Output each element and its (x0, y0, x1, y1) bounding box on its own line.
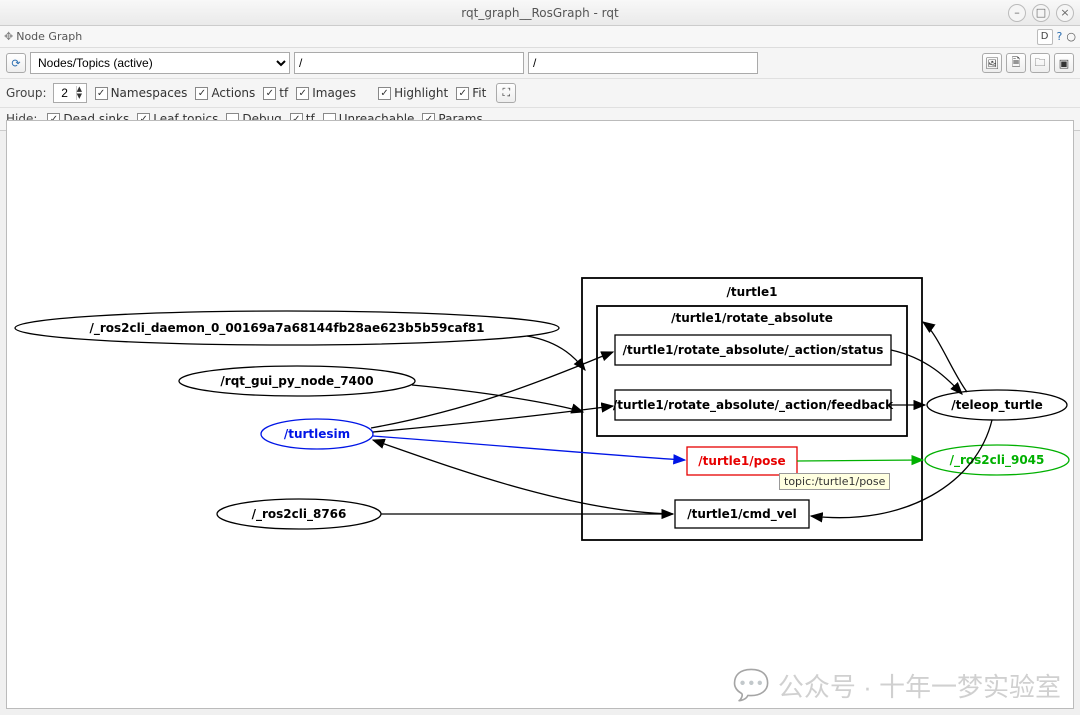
window-minimize-button[interactable]: – (1008, 4, 1026, 22)
fullscreen-button[interactable]: ▣ (1054, 53, 1074, 73)
node-teleop-turtle-label: /teleop_turtle (951, 398, 1043, 413)
mode-dropdown[interactable]: Nodes/Topics (active) (30, 52, 290, 74)
topic-status-label: /turtle1/rotate_absolute/_action/status (623, 343, 884, 358)
edge-teleop-cmdvel (811, 420, 992, 518)
refresh-icon: ⟳ (11, 57, 20, 70)
window-titlebar: rqt_graph__RosGraph - rqt – □ × (0, 0, 1080, 26)
window-close-button[interactable]: × (1056, 4, 1074, 22)
node-rqt-gui-label: /rqt_gui_py_node_7400 (220, 374, 373, 389)
highlight-checkbox[interactable]: ✓Highlight (378, 86, 448, 100)
fit-checkbox[interactable]: ✓Fit (456, 86, 486, 100)
topic-pose-label: /turtle1/pose (698, 454, 785, 468)
edge-rqtgui-turtle1 (412, 385, 583, 412)
window-maximize-button[interactable]: □ (1032, 4, 1050, 22)
toolbar-row-2: Group: ▲▼ ✓Namespaces ✓Actions ✓tf ✓Imag… (0, 79, 1080, 108)
fit-view-button[interactable]: ⛶ (496, 83, 516, 103)
tf-checkbox[interactable]: ✓tf (263, 86, 288, 100)
group-rotate-absolute-label: /turtle1/rotate_absolute (671, 311, 833, 326)
load-dot-button[interactable]: 🗀 (1030, 53, 1050, 73)
edge-teleop-actiongroup (923, 322, 967, 392)
spin-down-icon[interactable]: ▼ (77, 93, 86, 100)
window-title: rqt_graph__RosGraph - rqt (0, 6, 1080, 20)
node-ros2cli-9045-label: /_ros2cli_9045 (950, 453, 1045, 468)
node-ros2cli-daemon-label: /_ros2cli_daemon_0_00169a7a68144fb28ae62… (89, 321, 484, 336)
group-value-input[interactable] (54, 86, 76, 100)
topic-filter-input[interactable] (528, 52, 758, 74)
fit-icon: ⛶ (502, 86, 510, 100)
topic-cmd-vel-label: /turtle1/cmd_vel (687, 507, 797, 522)
help-icon[interactable]: ? (1057, 30, 1063, 43)
d-button[interactable]: D (1037, 29, 1053, 45)
toolbar-row-1: ⟳ Nodes/Topics (active) 🖼 🗎 🗀 ▣ (0, 48, 1080, 79)
document-icon: 🗎 (1012, 54, 1021, 73)
images-checkbox[interactable]: ✓Images (296, 86, 356, 100)
folder-icon: 🗀 (1035, 54, 1046, 73)
save-image-button[interactable]: 🖼 (982, 53, 1002, 73)
namespaces-checkbox[interactable]: ✓Namespaces (95, 86, 188, 100)
panel-header: ✥ Node Graph D ? ○ (0, 26, 1080, 48)
edge-daemon-turtle1 (527, 336, 585, 370)
panel-title: Node Graph (16, 30, 82, 43)
edge-turtlesim-status (371, 352, 613, 428)
node-turtlesim-label: /turtlesim (284, 427, 350, 441)
refresh-button[interactable]: ⟳ (6, 53, 26, 73)
image-icon: 🖼 (985, 57, 999, 70)
edge-pose-9045 (797, 460, 923, 461)
menu-icon[interactable]: ○ (1066, 30, 1076, 43)
node-ros2cli-8766-label: /_ros2cli_8766 (252, 507, 347, 522)
group-spinbox[interactable]: ▲▼ (53, 83, 87, 103)
actions-checkbox[interactable]: ✓Actions (195, 86, 255, 100)
edge-status-teleop (891, 350, 962, 394)
edge-cmdvel-turtlesim (373, 440, 673, 514)
tooltip: topic:/turtle1/pose (779, 473, 890, 490)
save-dot-button[interactable]: 🗎 (1006, 53, 1026, 73)
group-turtle1-label: /turtle1 (727, 285, 778, 299)
topic-feedback-label: /turtle1/rotate_absolute/_action/feedbac… (613, 398, 894, 413)
group-label: Group: (6, 86, 47, 100)
node-filter-input[interactable] (294, 52, 524, 74)
graph-canvas[interactable]: /turtle1 /turtle1/rotate_absolute /turtl… (6, 120, 1074, 709)
screen-icon: ▣ (1059, 57, 1069, 70)
detach-icon: ✥ (4, 30, 13, 43)
